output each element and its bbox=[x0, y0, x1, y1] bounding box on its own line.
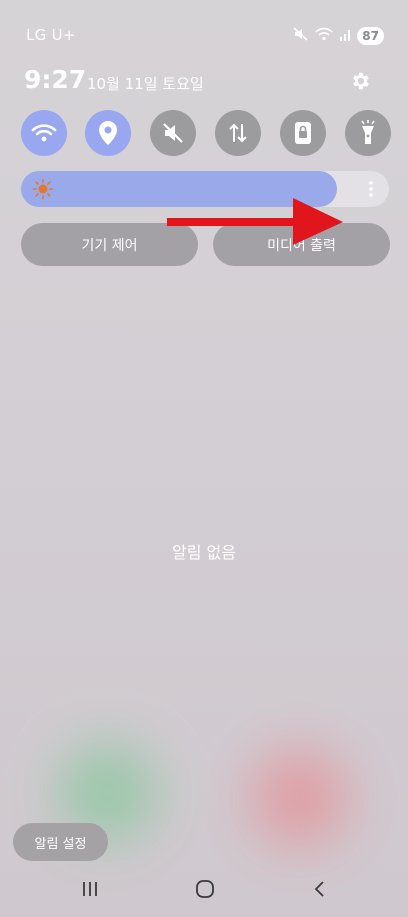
recent-apps-button[interactable] bbox=[75, 876, 105, 902]
background-blob-red bbox=[252, 750, 347, 845]
notification-settings-button[interactable]: 알림 설정 bbox=[13, 823, 108, 861]
device-control-label: 기기 제어 bbox=[81, 237, 138, 254]
quick-settings-row bbox=[0, 110, 408, 156]
system-icons: 87 bbox=[293, 26, 384, 45]
sun-icon bbox=[32, 178, 54, 200]
wifi-toggle[interactable] bbox=[21, 110, 67, 156]
back-icon bbox=[314, 881, 324, 897]
notification-settings-label: 알림 설정 bbox=[34, 836, 87, 852]
battery-level: 87 bbox=[362, 28, 379, 43]
back-button[interactable] bbox=[305, 876, 335, 902]
clock: 9:27 bbox=[24, 65, 87, 94]
wifi-icon bbox=[315, 26, 333, 45]
rotation-lock-toggle[interactable] bbox=[280, 110, 326, 156]
date-label: 10월 11일 토요일 bbox=[87, 75, 204, 93]
battery-icon: 87 bbox=[357, 26, 384, 45]
swipe-right-arrow-icon bbox=[167, 198, 343, 245]
gear-icon bbox=[353, 72, 369, 90]
location-icon bbox=[99, 121, 117, 145]
mobile-data-toggle[interactable] bbox=[215, 110, 261, 156]
rotation-lock-icon bbox=[295, 122, 311, 144]
mute-icon bbox=[293, 26, 309, 45]
home-icon bbox=[196, 880, 214, 898]
empty-notifications-text: 알림 없음 bbox=[172, 543, 236, 562]
wifi-icon bbox=[31, 124, 57, 142]
sound-toggle[interactable] bbox=[150, 110, 196, 156]
carrier-label: LG U+ bbox=[26, 26, 76, 44]
mobile-data-icon bbox=[229, 123, 247, 143]
location-toggle[interactable] bbox=[85, 110, 131, 156]
flashlight-toggle[interactable] bbox=[345, 110, 391, 156]
flashlight-icon bbox=[361, 120, 375, 144]
mute-icon bbox=[163, 123, 183, 143]
settings-button[interactable] bbox=[346, 67, 374, 95]
status-bar: LG U+ 87 bbox=[0, 0, 408, 70]
home-button[interactable] bbox=[190, 876, 220, 902]
recent-apps-icon bbox=[83, 882, 97, 896]
more-vertical-icon[interactable] bbox=[361, 179, 381, 199]
navigation-bar bbox=[0, 868, 408, 912]
signal-icon bbox=[339, 26, 351, 45]
